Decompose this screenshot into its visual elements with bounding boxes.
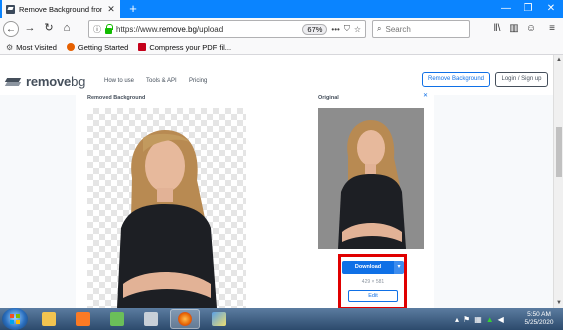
- scrollbar-thumb[interactable]: [556, 127, 562, 177]
- ad-close-icon[interactable]: ✕: [423, 92, 428, 99]
- bookmark-star-icon[interactable]: ☆: [354, 25, 361, 34]
- tab-title: Remove Background from Imé: [19, 4, 102, 14]
- browser-tab[interactable]: Remove Background from Imé ✕: [2, 0, 120, 18]
- firefox-icon: [178, 312, 192, 326]
- edit-button[interactable]: Edit: [348, 290, 398, 302]
- system-clock[interactable]: 5:50 AM 5/25/2020: [519, 311, 559, 327]
- remove-background-button[interactable]: Remove Background: [422, 72, 490, 87]
- windows-taskbar: ▴ ⚑ ▦ ▲ ◀ 5:50 AM 5/25/2020: [0, 308, 563, 330]
- original-image[interactable]: [318, 108, 424, 249]
- portrait-original-image: [318, 108, 424, 249]
- menu-icon[interactable]: ≡: [545, 22, 559, 36]
- show-hidden-icons-icon[interactable]: ▴: [455, 315, 459, 324]
- bookmark-label: Getting Started: [77, 42, 129, 52]
- bookmark-compress-pdf[interactable]: Compress your PDF fil...: [138, 43, 231, 52]
- site-header: removebg How to use Tools & API Pricing …: [0, 55, 553, 95]
- paint-icon: [212, 312, 226, 326]
- scroll-down-icon[interactable]: ▼: [554, 298, 563, 308]
- taskbar-paint[interactable]: [204, 309, 234, 329]
- taskbar-file-explorer[interactable]: [34, 309, 64, 329]
- bookmarks-toolbar: ⚙ Most Visited Getting Started Compress …: [0, 40, 563, 55]
- windows-logo-icon: [10, 314, 20, 324]
- logo-mark-icon: [4, 77, 22, 86]
- account-icon[interactable]: ☺: [524, 22, 538, 36]
- nav-tools-api[interactable]: Tools & API: [146, 78, 177, 84]
- taskbar-calculator[interactable]: [136, 309, 166, 329]
- address-bar[interactable]: ⓘ https://www.remove.bg/upload 67% ••• ⛉…: [88, 20, 366, 38]
- tab-strip: Remove Background from Imé ✕ + — ❐ ✕: [0, 0, 563, 18]
- sidebar-icon[interactable]: ▥: [507, 22, 521, 36]
- library-icon[interactable]: ‖\: [490, 22, 504, 36]
- removebg-logo[interactable]: removebg: [4, 74, 86, 89]
- pocket-icon[interactable]: ⛉: [344, 24, 350, 34]
- system-tray: ▴ ⚑ ▦ ▲ ◀: [455, 308, 508, 330]
- result-card: Removed Background Original ✕ Download ▾…: [76, 93, 434, 308]
- minimize-icon[interactable]: —: [495, 0, 517, 18]
- removebg-favicon-icon: [6, 4, 15, 14]
- scroll-up-icon[interactable]: ▲: [554, 55, 563, 65]
- taskbar-xampp[interactable]: [68, 309, 98, 329]
- lock-icon: [105, 23, 113, 34]
- app-tray-icon[interactable]: ▲: [486, 315, 494, 324]
- clock-date: 5/25/2020: [524, 319, 554, 326]
- bookmark-label: Most Visited: [16, 42, 57, 52]
- xampp-icon: [76, 312, 90, 326]
- original-label: Original: [318, 95, 339, 101]
- search-input[interactable]: [385, 24, 456, 34]
- nav-pricing[interactable]: Pricing: [189, 78, 207, 84]
- image-dimensions: 429 × 581: [361, 279, 385, 285]
- download-button[interactable]: Download: [342, 261, 394, 274]
- back-button[interactable]: ←: [3, 21, 19, 37]
- nav-how-to-use[interactable]: How to use: [104, 78, 134, 84]
- reload-button[interactable]: ↻: [41, 21, 57, 37]
- logo-text: removebg: [26, 74, 86, 89]
- close-window-icon[interactable]: ✕: [540, 0, 562, 18]
- volume-icon[interactable]: ◀: [498, 315, 504, 324]
- search-icon: ⌕: [377, 24, 382, 33]
- image-viewer-icon: [110, 312, 124, 326]
- close-tab-icon[interactable]: ✕: [106, 4, 116, 15]
- login-signup-button[interactable]: Login / Sign up: [495, 72, 548, 87]
- pdf-icon: [138, 43, 147, 51]
- web-page: removebg How to use Tools & API Pricing …: [0, 55, 553, 308]
- removed-background-label: Removed Background: [87, 95, 146, 101]
- url-text[interactable]: https://www.remove.bg/upload: [116, 25, 298, 34]
- folder-icon: [42, 312, 56, 326]
- download-options-caret[interactable]: ▾: [394, 261, 404, 274]
- new-tab-button[interactable]: +: [126, 1, 140, 17]
- bookmark-getting-started[interactable]: Getting Started: [66, 42, 129, 52]
- bookmark-most-visited[interactable]: ⚙ Most Visited: [6, 43, 57, 52]
- gear-icon: ⚙: [6, 42, 14, 52]
- zoom-level[interactable]: 67%: [302, 23, 328, 35]
- portrait-cutout-image: [117, 130, 217, 308]
- calculator-icon: [144, 312, 158, 326]
- firefox-icon: [66, 43, 75, 51]
- network-icon[interactable]: ▦: [474, 315, 482, 324]
- start-button[interactable]: [2, 308, 28, 330]
- info-icon[interactable]: ⓘ: [93, 24, 101, 35]
- maximize-icon[interactable]: ❐: [517, 0, 539, 18]
- action-center-flag-icon[interactable]: ⚑: [463, 315, 470, 324]
- page-scrollbar[interactable]: ▲ ▼: [553, 55, 563, 308]
- home-button[interactable]: ⌂: [59, 21, 75, 37]
- taskbar-firefox[interactable]: [170, 309, 200, 329]
- bookmark-label: Compress your PDF fil...: [149, 42, 232, 52]
- search-bar[interactable]: ⌕: [372, 20, 470, 38]
- navigation-toolbar: ← → ↻ ⌂ ⓘ https://www.remove.bg/upload 6…: [0, 18, 563, 40]
- taskbar-image-viewer[interactable]: [102, 309, 132, 329]
- page-actions-icon[interactable]: •••: [331, 25, 339, 34]
- removed-background-image: [87, 108, 246, 308]
- clock-time: 5:50 AM: [527, 311, 551, 318]
- forward-button[interactable]: →: [22, 21, 38, 37]
